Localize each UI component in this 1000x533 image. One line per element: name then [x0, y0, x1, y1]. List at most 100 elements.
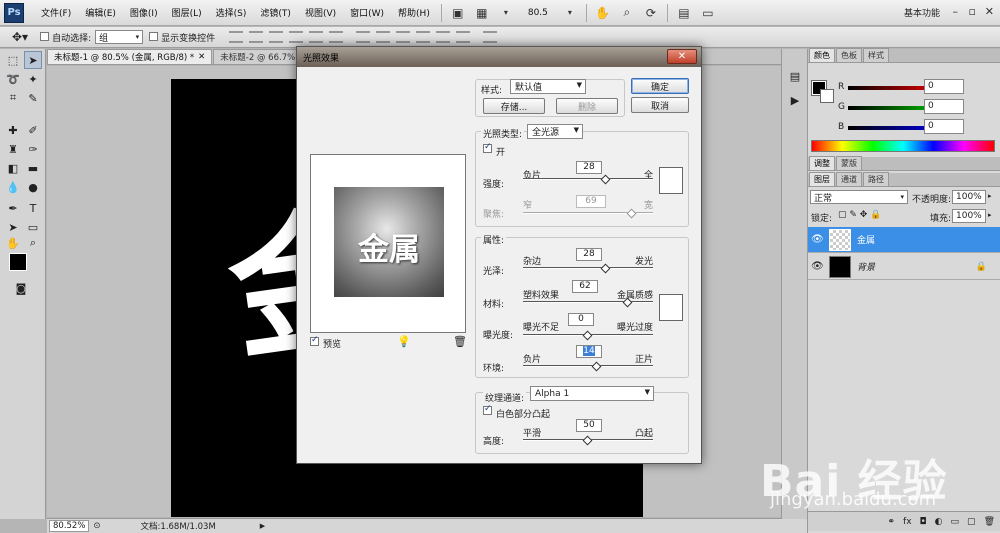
light-bulb-icon[interactable]: 💡: [397, 335, 411, 348]
rotate-view-icon[interactable]: ⟳: [642, 5, 660, 21]
gloss-slider[interactable]: [523, 267, 653, 269]
menu-layer[interactable]: 图层(L): [165, 6, 209, 19]
exposure-value[interactable]: 0: [568, 313, 594, 326]
close-icon[interactable]: ✕: [985, 5, 994, 18]
distribute-hcenter-icon[interactable]: [436, 31, 451, 43]
blue-value[interactable]: 0: [924, 119, 964, 134]
layer-name[interactable]: 背景: [857, 260, 875, 273]
light-type-select[interactable]: 全光源 ▼: [527, 124, 583, 139]
distribute-bottom-icon[interactable]: [396, 31, 411, 43]
foreground-color-swatch[interactable]: [9, 253, 27, 271]
add-mask-icon[interactable]: ◘: [920, 517, 927, 527]
group-icon[interactable]: ▭: [951, 517, 960, 527]
menu-select[interactable]: 选择(S): [209, 6, 254, 19]
intensity-value[interactable]: 28: [576, 161, 602, 174]
pen-tool-icon[interactable]: ✒: [4, 199, 22, 217]
bridge-icon[interactable]: ▣: [449, 5, 467, 21]
tab-styles[interactable]: 样式: [863, 48, 889, 62]
fill-input[interactable]: 100%: [952, 209, 986, 223]
healing-brush-icon[interactable]: ✚: [4, 121, 22, 139]
dialog-close-icon[interactable]: ✕: [667, 49, 697, 64]
menu-view[interactable]: 视图(V): [298, 6, 343, 19]
type-tool-icon[interactable]: T: [24, 199, 42, 217]
adjustment-layer-icon[interactable]: ◐: [935, 517, 943, 527]
visibility-eye-icon[interactable]: 👁: [811, 234, 825, 245]
eraser-tool-icon[interactable]: ◧: [4, 159, 22, 177]
auto-select-dropdown[interactable]: 组 ▾: [95, 30, 144, 44]
brush-tool-icon[interactable]: ✐: [24, 121, 42, 139]
layer-name[interactable]: 金属: [857, 233, 875, 246]
texture-channel-select[interactable]: Alpha 1 ▼: [530, 386, 654, 401]
magic-wand-icon[interactable]: ✦: [24, 70, 42, 88]
layer-row[interactable]: 👁 背景 🔒: [808, 254, 1000, 280]
menu-file[interactable]: 文件(F): [34, 6, 78, 19]
opacity-input[interactable]: 100%: [952, 190, 986, 204]
white-high-checkbox[interactable]: [483, 404, 495, 416]
color-spectrum-bar[interactable]: [811, 140, 995, 152]
gloss-value[interactable]: 28: [576, 248, 602, 261]
marquee-tool-icon[interactable]: ⬚: [4, 51, 22, 69]
light-on-checkbox[interactable]: [483, 142, 495, 154]
layer-style-icon[interactable]: fx: [903, 517, 912, 527]
menu-help[interactable]: 帮助(H): [391, 6, 437, 19]
tab-channels[interactable]: 通道: [836, 172, 862, 186]
material-slider[interactable]: [523, 301, 653, 303]
red-value[interactable]: 0: [924, 79, 964, 94]
zoom-tool-icon[interactable]: ⌕: [24, 234, 42, 252]
layer-row-selected[interactable]: 👁 金属: [808, 227, 1000, 253]
align-bottom-icon[interactable]: [269, 31, 284, 43]
restore-icon[interactable]: ▫: [969, 5, 976, 18]
preview-image[interactable]: 金属: [334, 187, 444, 297]
auto-align-icon[interactable]: [483, 31, 498, 43]
preview-frame[interactable]: 金属: [310, 154, 466, 333]
align-hcenter-icon[interactable]: [309, 31, 324, 43]
material-value[interactable]: 62: [572, 280, 598, 293]
align-right-icon[interactable]: [329, 31, 344, 43]
hand-tool-icon[interactable]: ✋: [4, 234, 22, 252]
zoom-readout[interactable]: 80.52%: [49, 520, 90, 532]
tab-adjustments[interactable]: 调整: [809, 156, 835, 170]
new-layer-icon[interactable]: ▢: [967, 517, 976, 527]
history-panel-icon[interactable]: ▤: [786, 67, 804, 85]
screen-mode-icon[interactable]: ▭: [699, 5, 717, 21]
lasso-tool-icon[interactable]: ➰: [4, 70, 22, 88]
preview-checkbox[interactable]: [310, 335, 322, 347]
height-value[interactable]: 50: [576, 419, 602, 432]
dodge-tool-icon[interactable]: ●: [24, 178, 42, 196]
tab-swatches[interactable]: 色板: [836, 48, 862, 62]
light-color-swatch[interactable]: [659, 167, 683, 194]
close-tab-icon[interactable]: ✕: [198, 52, 205, 62]
focus-value[interactable]: 69: [576, 195, 606, 208]
ambient-color-swatch[interactable]: [659, 294, 683, 321]
lock-icons[interactable]: ▢ ✎ ✥ 🔒: [838, 210, 881, 220]
ambience-slider[interactable]: [523, 365, 653, 367]
auto-select-checkbox[interactable]: [40, 32, 52, 42]
menu-filter[interactable]: 滤镜(T): [253, 6, 298, 19]
move-tool-icon[interactable]: ✥▾: [12, 30, 28, 44]
visibility-eye-icon[interactable]: 👁: [811, 261, 825, 272]
distribute-top-icon[interactable]: [356, 31, 371, 43]
move-tool-icon[interactable]: ➤: [24, 51, 42, 69]
doc-tab-1[interactable]: 未标题-1 @ 80.5% (金属, RGB/8) * ✕: [47, 49, 213, 64]
zoom-dropdown-icon[interactable]: ▾: [561, 5, 579, 21]
ok-button[interactable]: 确定: [631, 78, 689, 94]
green-value[interactable]: 0: [924, 99, 964, 114]
tab-color[interactable]: 颜色: [809, 48, 835, 62]
link-layers-icon[interactable]: ⚭: [888, 517, 896, 527]
menu-edit[interactable]: 编辑(E): [78, 6, 123, 19]
minimize-icon[interactable]: –: [953, 5, 959, 18]
fill-arrow-icon[interactable]: ▸: [988, 211, 992, 219]
delete-layer-icon[interactable]: 🗑: [984, 517, 995, 527]
menu-window[interactable]: 窗口(W): [343, 6, 391, 19]
blur-tool-icon[interactable]: 💧: [4, 178, 22, 196]
quick-mask-icon[interactable]: ◙: [12, 279, 30, 297]
eyedropper-tool-icon[interactable]: ✎: [24, 89, 42, 107]
distribute-right-icon[interactable]: [456, 31, 471, 43]
arrange-documents-icon[interactable]: ▤: [675, 5, 693, 21]
tab-paths[interactable]: 路径: [863, 172, 889, 186]
trash-icon[interactable]: 🗑: [453, 335, 467, 348]
save-button[interactable]: 存储...: [483, 98, 545, 114]
opacity-arrow-icon[interactable]: ▸: [988, 192, 992, 200]
hand-tool-icon[interactable]: ✋: [594, 5, 612, 21]
view-extras-icon[interactable]: ▦: [473, 5, 491, 21]
